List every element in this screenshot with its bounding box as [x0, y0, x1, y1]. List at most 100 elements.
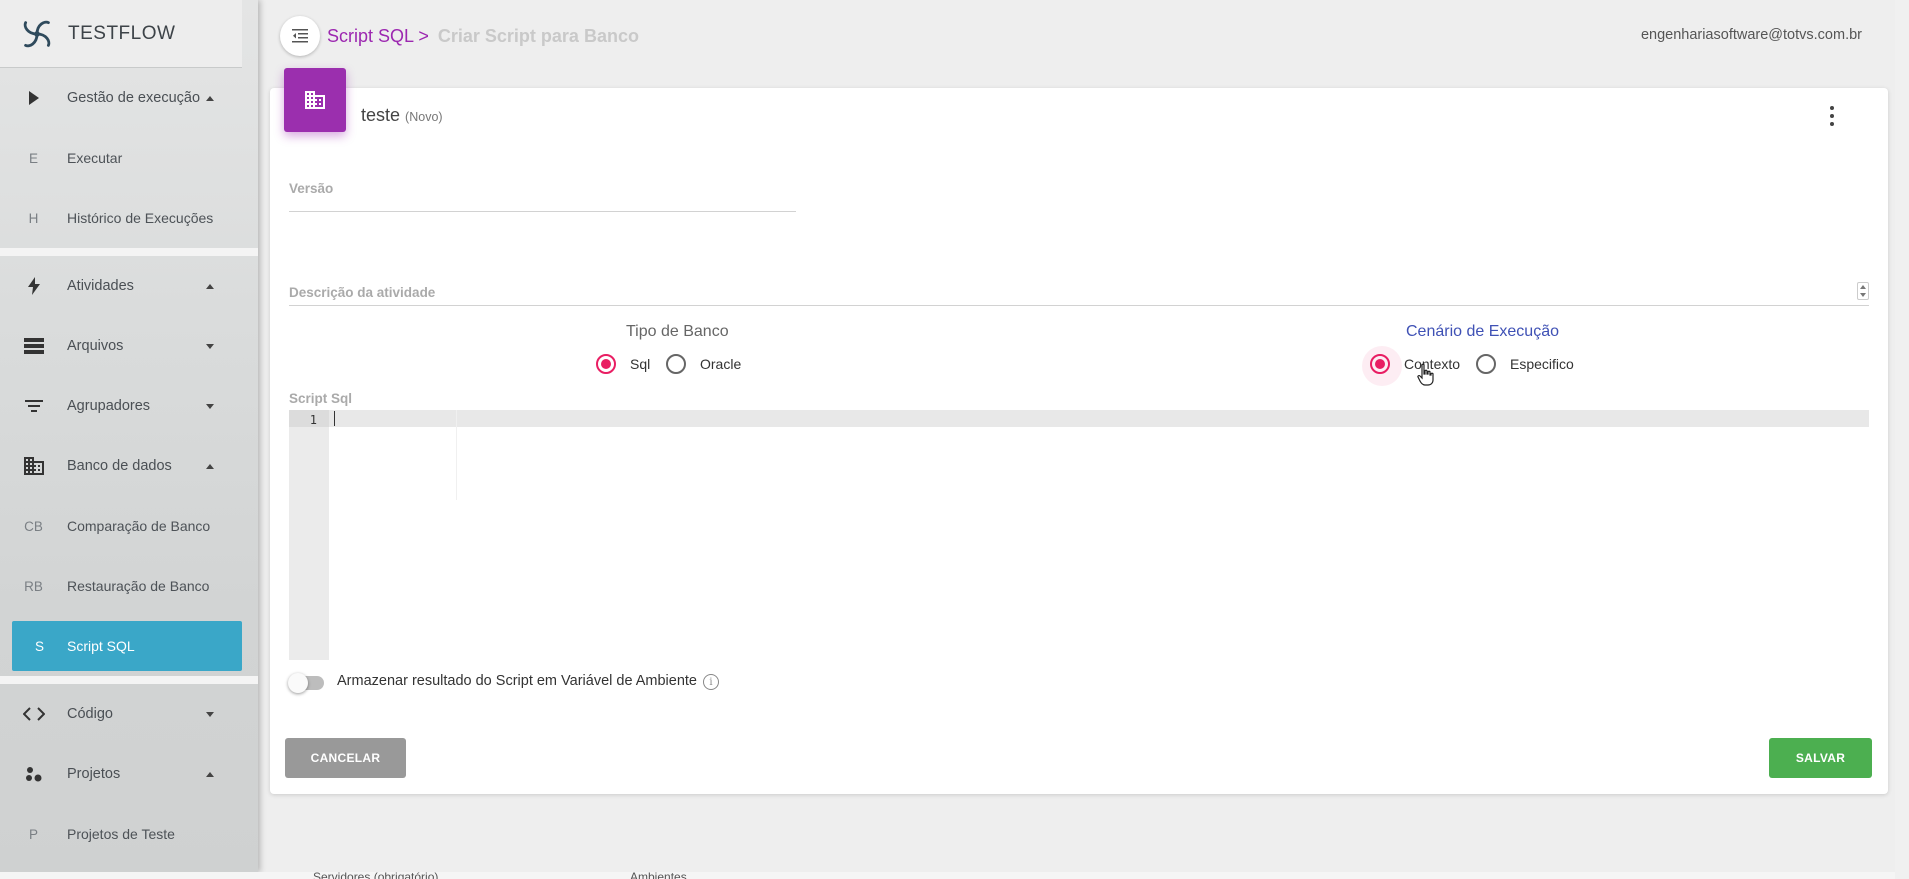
building-icon — [305, 91, 325, 109]
sidebar-item-label: Histórico de Execuções — [67, 210, 214, 226]
sidebar-item-historico[interactable]: H Histórico de Execuções — [0, 188, 258, 248]
user-email[interactable]: engenhariasoftware@totvs.com.br — [1641, 27, 1862, 43]
radio-sql[interactable]: Sql — [596, 354, 650, 374]
store-result-label: Armazenar resultado do Script em Variáve… — [337, 673, 697, 689]
version-field[interactable]: Versão — [289, 180, 796, 212]
editor-cursor — [334, 411, 335, 426]
page-scrollbar[interactable] — [1895, 0, 1909, 879]
sidebar-item-arquivos[interactable]: Arquivos — [0, 316, 258, 376]
card-title-text: teste — [361, 105, 401, 125]
building-icon — [0, 457, 67, 475]
radio-label: Especifico — [1510, 356, 1574, 372]
play-icon — [0, 91, 67, 105]
sidebar-item-abbr: P — [28, 826, 38, 842]
radio-contexto[interactable]: Contexto — [1362, 346, 1460, 386]
brand: TESTFLOW — [0, 0, 242, 68]
radio-circle[interactable] — [1476, 354, 1496, 374]
bottom-strip — [0, 872, 1909, 879]
code-icon — [0, 707, 67, 721]
sidebar-item-label: Restauração de Banco — [67, 578, 210, 594]
mouse-pointer-icon — [1417, 363, 1434, 386]
card-header-icon — [284, 68, 346, 132]
card-status: (Novo) — [405, 110, 443, 124]
chevron-up-icon — [206, 283, 214, 289]
sql-editor[interactable]: 1 — [289, 410, 1869, 660]
sidebar-item-label: Projetos — [67, 766, 121, 782]
version-label: Versão — [289, 181, 334, 196]
radio-label: Oracle — [700, 356, 742, 372]
sidebar-item-restauracao-banco[interactable]: RB Restauração de Banco — [0, 556, 258, 616]
editor-line-number: 1 — [309, 413, 317, 427]
menu-collapse-icon — [292, 29, 308, 43]
sidebar-item-abbr: CB — [24, 518, 43, 534]
radio-label: Sql — [630, 356, 651, 372]
sidebar-item-label: Arquivos — [67, 338, 124, 354]
chevron-down-icon — [206, 403, 214, 409]
chevron-down-icon — [206, 711, 214, 717]
save-button[interactable]: SALVAR — [1769, 738, 1872, 778]
card-title: teste (Novo) — [361, 105, 443, 126]
chevron-up-icon — [206, 95, 214, 101]
description-field[interactable]: Descrição da atividade — [289, 282, 1869, 306]
footer-servers-label: Servidores (obrigatório) — [313, 870, 439, 879]
filter-icon — [0, 400, 67, 412]
radio-especifico[interactable]: Especifico — [1476, 354, 1574, 374]
sidebar-item-executar[interactable]: E Executar — [0, 128, 258, 188]
chevron-up-icon — [206, 463, 214, 469]
cancel-button[interactable]: CANCELAR — [285, 738, 406, 778]
spinner-icon[interactable] — [1857, 282, 1869, 300]
breadcrumb-current: Criar Script para Banco — [437, 26, 639, 46]
app-name: TESTFLOW — [68, 22, 176, 44]
storage-icon — [0, 338, 67, 354]
db-type-title: Tipo de Banco — [626, 323, 729, 340]
toggle-knob[interactable] — [288, 673, 308, 693]
sidebar-item-label: Código — [67, 706, 113, 722]
chevron-up-icon — [206, 771, 214, 777]
sidebar-item-label: Script SQL — [67, 638, 135, 654]
sidebar-item-comparacao-banco[interactable]: CB Comparação de Banco — [0, 496, 258, 556]
sidebar-toggle-button[interactable] — [280, 16, 320, 56]
sidebar-item-label: Agrupadores — [67, 398, 151, 414]
sidebar-item-script-sql-wrap: S Script SQL — [0, 616, 258, 676]
divider — [0, 676, 258, 684]
radio-oracle[interactable]: Oracle — [666, 354, 741, 374]
sidebar: TESTFLOW Gestão de execução E Executar H… — [0, 0, 258, 872]
sidebar-item-agrupadores[interactable]: Agrupadores — [0, 376, 258, 436]
sidebar-item-label: Executar — [67, 150, 123, 166]
description-label: Descrição da atividade — [289, 285, 436, 300]
store-result-toggle[interactable] — [288, 673, 324, 693]
sidebar-item-gestao-execucao[interactable]: Gestão de execução — [0, 68, 258, 128]
chevron-down-icon — [206, 343, 214, 349]
radio-circle[interactable] — [666, 354, 686, 374]
editor-gutter — [289, 410, 329, 660]
bubbles-icon — [0, 766, 67, 782]
sidebar-item-label: Atividades — [67, 278, 134, 294]
sidebar-item-label: Gestão de execução — [67, 90, 201, 106]
breadcrumb-parent-link[interactable]: Script SQL > — [327, 26, 429, 46]
sidebar-item-atividades[interactable]: Atividades — [0, 256, 258, 316]
sidebar-item-projetos-teste[interactable]: P Projetos de Teste — [0, 804, 258, 864]
script-label: Script Sql — [289, 391, 353, 406]
testflow-logo-icon — [23, 20, 51, 47]
editor-active-line — [289, 410, 1869, 427]
divider — [0, 248, 258, 256]
more-vert-icon[interactable] — [1828, 106, 1836, 126]
footer-ambientes-label: Ambientes — [630, 870, 687, 879]
sidebar-item-projetos[interactable]: Projetos — [0, 744, 258, 804]
sidebar-item-codigo[interactable]: Código — [0, 684, 258, 744]
info-icon[interactable]: i — [703, 674, 719, 690]
scenario-title: Cenário de Execução — [1406, 323, 1559, 340]
sidebar-item-abbr: H — [28, 210, 39, 226]
sidebar-item-script-sql[interactable]: S Script SQL — [12, 621, 242, 671]
sidebar-item-abbr: S — [34, 638, 44, 654]
sidebar-item-abbr: RB — [24, 578, 43, 594]
editor-print-margin — [456, 410, 457, 500]
sidebar-item-label: Projetos de Teste — [67, 826, 175, 842]
sidebar-item-banco-dados[interactable]: Banco de dados — [0, 436, 258, 496]
sidebar-item-label: Comparação de Banco — [67, 518, 211, 534]
breadcrumb: Script SQL > Criar Script para Banco — [327, 26, 639, 47]
radio-circle[interactable] — [1362, 346, 1402, 386]
radio-circle[interactable] — [596, 354, 616, 374]
bolt-icon — [0, 277, 67, 295]
sidebar-item-abbr: E — [28, 150, 38, 166]
